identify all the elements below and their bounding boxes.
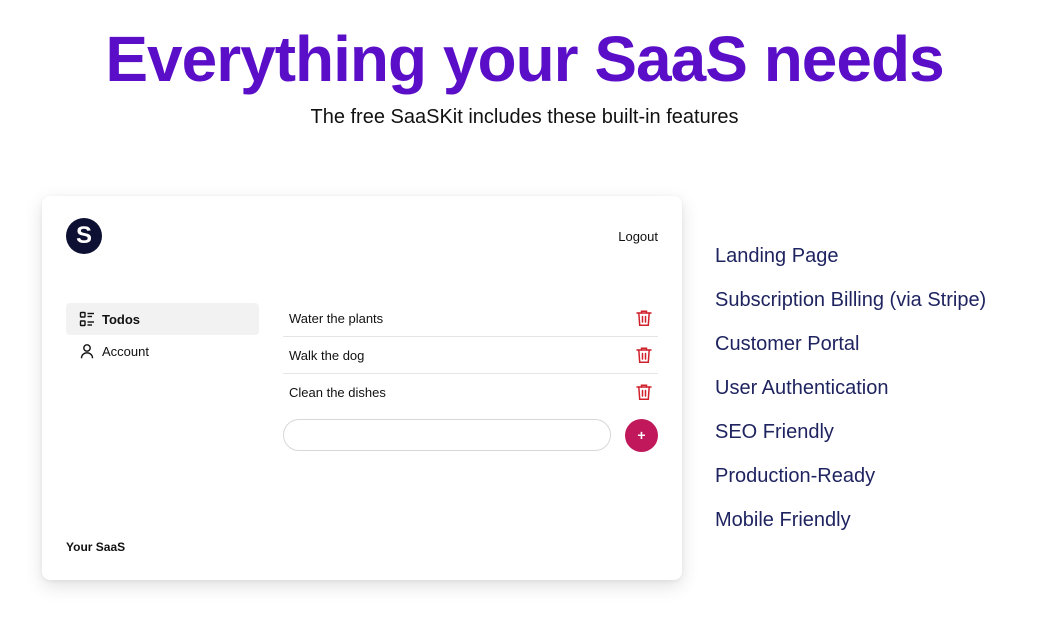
logo[interactable]: S [66, 218, 102, 254]
trash-icon[interactable] [636, 346, 652, 364]
list-icon [79, 311, 95, 327]
footer-brand: Your SaaS [66, 540, 126, 554]
todo-text: Water the plants [289, 310, 384, 326]
feature-item: Mobile Friendly [715, 509, 851, 531]
list-item: Walk the dog [283, 337, 658, 374]
todo-text: Clean the dishes [289, 384, 386, 400]
list-item: Clean the dishes [283, 374, 658, 410]
add-todo-button[interactable]: + [625, 419, 658, 452]
add-todo-form: + [283, 419, 658, 453]
feature-item: Subscription Billing (via Stripe) [715, 289, 987, 311]
list-item: Water the plants [283, 300, 658, 337]
user-icon [79, 343, 95, 359]
hero-title: Everything your SaaS needs [105, 23, 944, 95]
sidebar-item-account[interactable]: Account [66, 335, 259, 367]
todo-list: Water the plants Walk the dog Clean the … [283, 300, 658, 410]
hero-subtitle: The free SaaSKit includes these built-in… [310, 106, 739, 128]
app-preview-card: S Logout Todos Account Water the plants … [42, 196, 682, 580]
logout-link[interactable]: Logout [618, 229, 658, 244]
feature-item: Production-Ready [715, 465, 876, 487]
sidebar-item-label: Account [102, 343, 149, 359]
sidebar-item-label: Todos [102, 311, 141, 327]
feature-item: Landing Page [715, 245, 839, 267]
feature-list: Landing Page Subscription Billing (via S… [715, 242, 986, 550]
trash-icon[interactable] [636, 309, 652, 327]
sidebar: Todos Account [66, 303, 259, 367]
trash-icon[interactable] [636, 383, 652, 401]
new-todo-input[interactable] [283, 419, 611, 451]
landing-page: Everything your SaaS needs The free SaaS… [0, 0, 1059, 628]
sidebar-item-todos[interactable]: Todos [66, 303, 259, 335]
todo-text: Walk the dog [289, 347, 365, 363]
feature-item: SEO Friendly [715, 421, 834, 443]
feature-item: Customer Portal [715, 333, 860, 355]
feature-item: User Authentication [715, 377, 889, 399]
